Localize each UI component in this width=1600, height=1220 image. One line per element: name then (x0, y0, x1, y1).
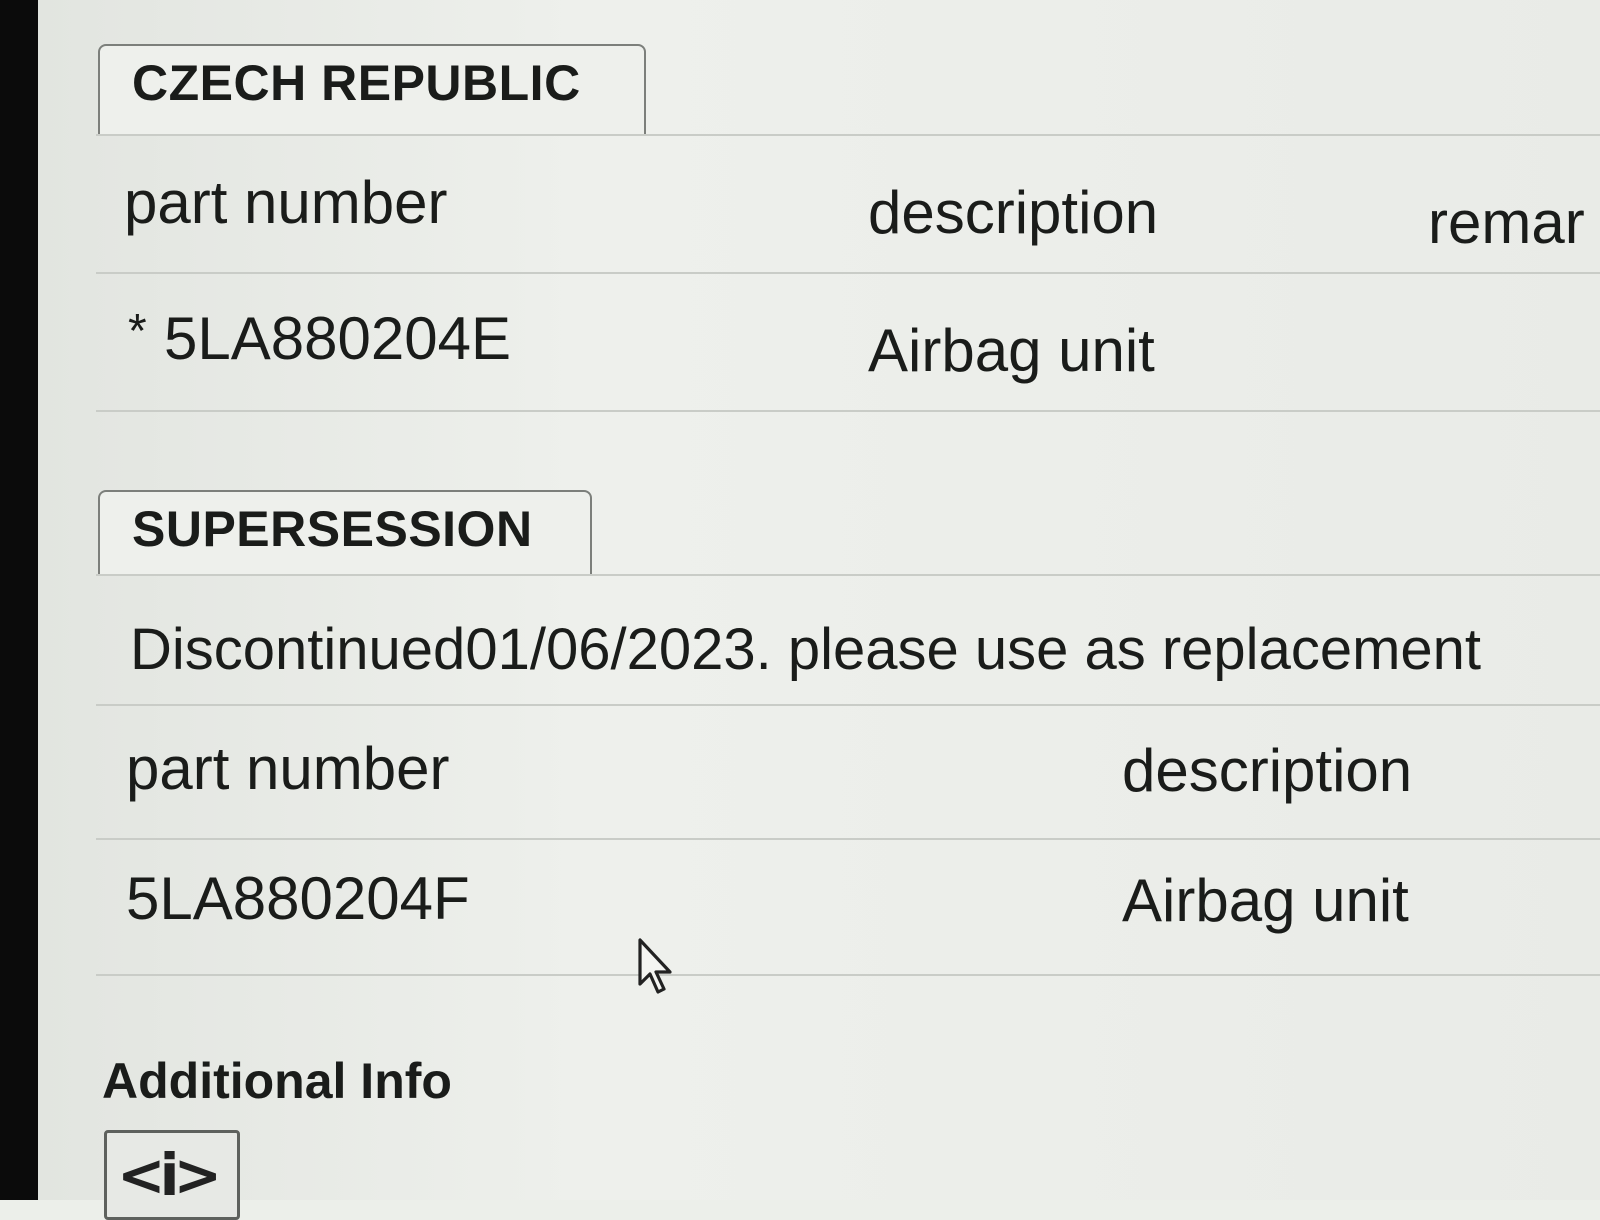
tab-czech-republic-label: CZECH REPUBLIC (132, 55, 581, 111)
divider (96, 134, 1600, 136)
parts-info-page: CZECH REPUBLIC part number description r… (38, 0, 1600, 1220)
info-button[interactable]: <i> (104, 1130, 240, 1220)
mouse-cursor-icon (638, 938, 672, 994)
superseded-marker: * (128, 305, 147, 358)
description-value: Airbag unit (868, 317, 1155, 384)
additional-info-title: Additional Info (102, 1053, 452, 1109)
divider (96, 838, 1600, 840)
column-header-description: description (1122, 737, 1413, 804)
divider (96, 272, 1600, 274)
column-header-description: description (868, 179, 1159, 246)
divider (96, 410, 1600, 412)
replacement-part-number[interactable]: 5LA880204F (126, 864, 470, 933)
info-icon: <i> (117, 1141, 222, 1209)
divider (96, 974, 1600, 976)
screen-bezel (0, 0, 38, 1200)
tab-supersession-label: SUPERSESSION (132, 501, 533, 557)
column-header-part-number: part number (124, 169, 448, 236)
tab-supersession[interactable]: SUPERSESSION (98, 490, 592, 576)
divider (96, 704, 1600, 706)
column-header-remarks: remar (1428, 189, 1585, 256)
tab-czech-republic[interactable]: CZECH REPUBLIC (98, 44, 646, 136)
discontinued-notice: Discontinued01/06/2023. please use as re… (130, 617, 1482, 682)
divider (96, 574, 1600, 576)
column-header-part-number: part number (126, 735, 450, 802)
replacement-description: Airbag unit (1122, 867, 1409, 934)
part-number-value[interactable]: 5LA880204E (164, 304, 511, 373)
